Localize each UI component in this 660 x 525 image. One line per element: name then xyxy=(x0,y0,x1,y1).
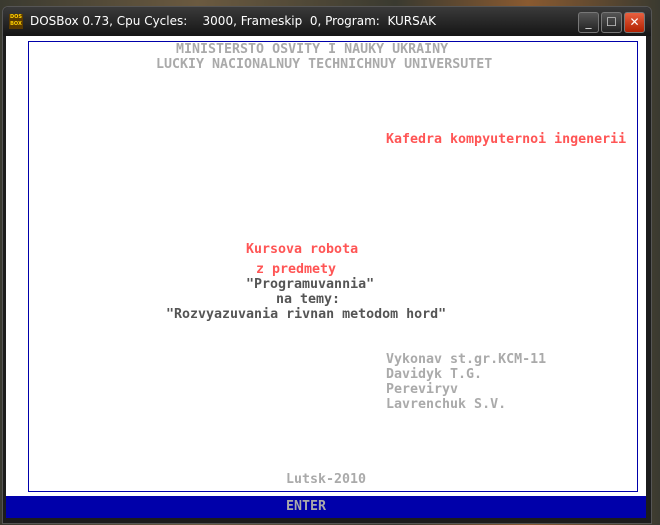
close-button[interactable]: ✕ xyxy=(624,12,645,33)
topic-prefix: na temy: xyxy=(276,292,341,307)
author-name: Davidyk T.G. xyxy=(386,367,483,382)
minimize-button[interactable]: _ xyxy=(578,12,599,33)
author-label: Vykonav st.gr.KCM-11 xyxy=(386,352,547,367)
subject-text: "Programuvannia" xyxy=(246,277,375,292)
dos-screen: MINISTERSTO OSVITY I NAUKY UKRAINY LUCKI… xyxy=(6,36,646,518)
enter-label: ENTER xyxy=(286,499,327,514)
checker-name: Lavrenchuk S.V. xyxy=(386,397,507,412)
enter-bar[interactable]: ENTER xyxy=(6,496,646,518)
title-bar[interactable]: DOS BOX DOSBox 0.73, Cpu Cycles: 3000, Fr… xyxy=(3,7,651,36)
ministry-text: MINISTERSTO OSVITY I NAUKY UKRAINY xyxy=(176,42,449,57)
work-title: Kursova robota xyxy=(246,242,359,257)
dosbox-window: DOS BOX DOSBox 0.73, Cpu Cycles: 3000, Fr… xyxy=(2,6,652,524)
department-text: Kafedra kompyuternoi ingenerii xyxy=(386,132,627,147)
university-text: LUCKIY NACIONALNUY TECHNICHNUY UNIVERSUT… xyxy=(156,57,493,72)
city-year: Lutsk-2010 xyxy=(286,472,367,487)
subject-prefix: z predmety xyxy=(256,262,337,277)
maximize-button[interactable]: ☐ xyxy=(601,12,622,33)
topic-text: "Rozvyazuvania rivnan metodom hord" xyxy=(166,307,447,322)
dosbox-icon: DOS BOX xyxy=(9,14,23,29)
checker-label: Pereviryv xyxy=(386,382,459,397)
window-title: DOSBox 0.73, Cpu Cycles: 3000, Frameskip… xyxy=(30,14,437,28)
